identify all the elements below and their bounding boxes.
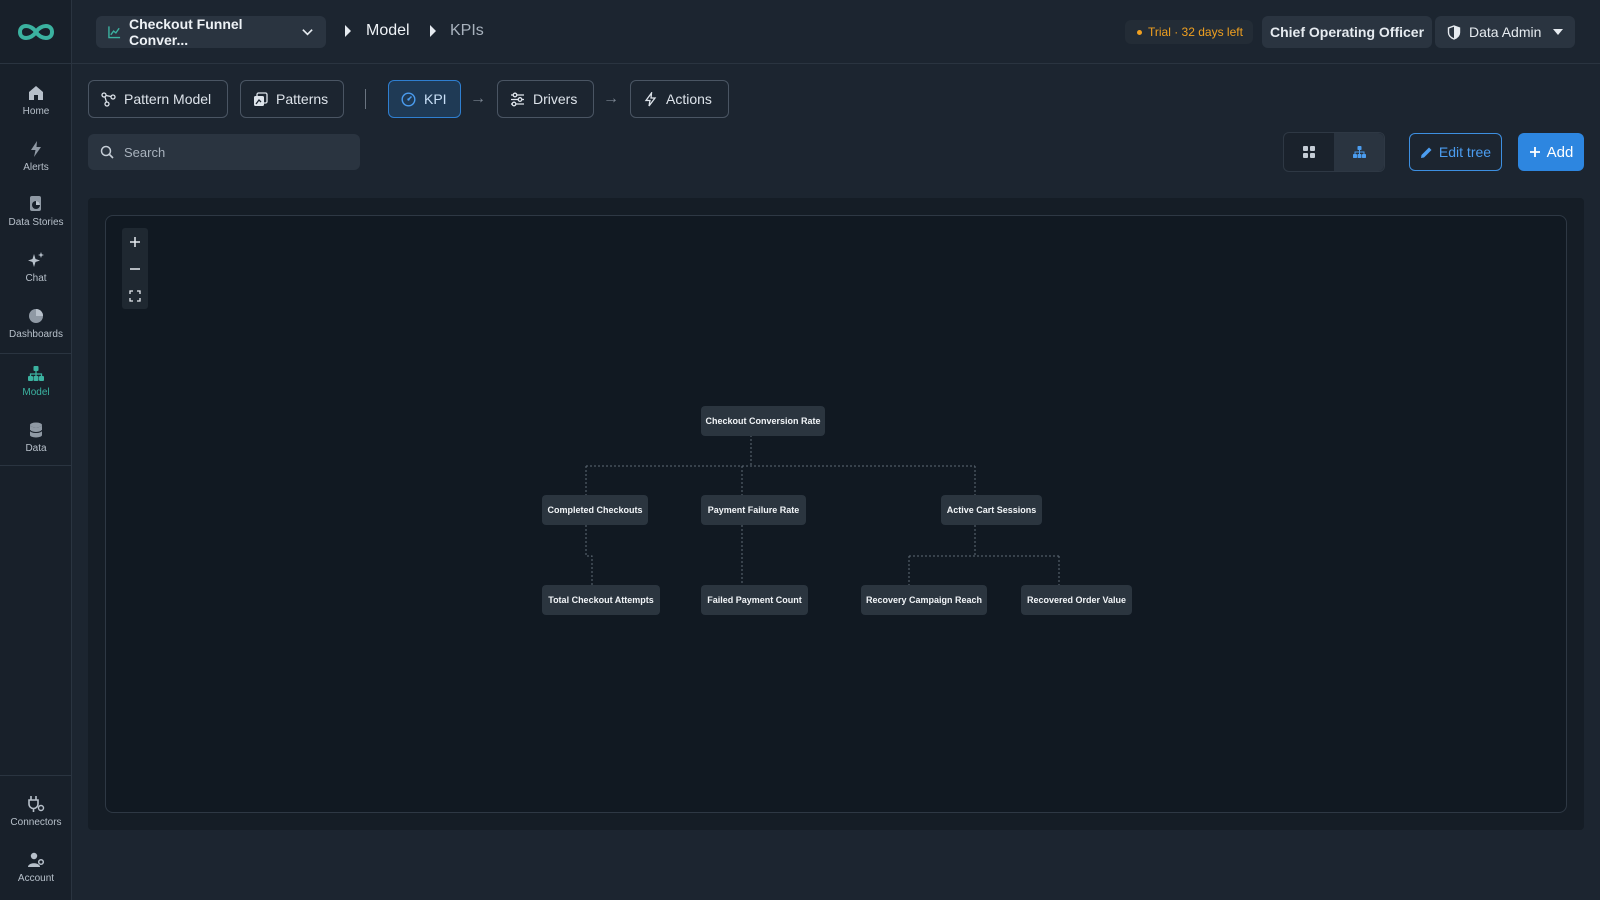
tab-divider [365, 89, 366, 109]
sliders-icon [511, 92, 524, 106]
sidebar-item-alerts[interactable]: Alerts [0, 140, 72, 173]
tree-view-button[interactable] [1334, 133, 1384, 171]
tree-connectors [585, 406, 1060, 585]
data-stories-icon [30, 196, 41, 211]
sidebar-item-label: Data Stories [8, 217, 64, 228]
sidebar-item-data[interactable]: Data [0, 421, 72, 454]
bolt-icon [644, 91, 657, 106]
zoom-in-button[interactable] [122, 228, 148, 255]
sidebar-item-label: Dashboards [9, 329, 63, 340]
role-badge[interactable]: Chief Operating Officer [1262, 16, 1433, 48]
sidebar-item-connectors[interactable]: Connectors [0, 795, 72, 828]
database-icon [29, 422, 43, 438]
kpi-node-root[interactable]: Checkout Conversion Rate [701, 406, 825, 436]
breadcrumb-separator-icon [345, 25, 351, 37]
sidebar-item-chat[interactable]: Chat [0, 251, 72, 284]
kpi-node[interactable]: Payment Failure Rate [701, 495, 806, 525]
kpi-node[interactable]: Active Cart Sessions [941, 495, 1042, 525]
patterns-icon [254, 91, 268, 106]
line-chart-icon [108, 26, 121, 39]
bolt-icon [31, 141, 41, 157]
search-box[interactable] [88, 134, 360, 170]
add-label: Add [1546, 143, 1574, 161]
status-dot [1137, 29, 1142, 35]
user-menu[interactable]: Data Admin [1435, 16, 1575, 48]
add-button[interactable]: Add [1518, 133, 1584, 171]
pencil-icon [1420, 147, 1432, 158]
kpi-node[interactable]: Total Checkout Attempts [542, 585, 660, 615]
sidebar-item-label: Alerts [23, 162, 49, 173]
arrow-right-icon: → [603, 90, 619, 107]
grid-icon [1303, 146, 1315, 158]
fullscreen-icon [129, 289, 141, 302]
sidebar-item-label: Chat [25, 273, 47, 284]
breadcrumb-kpis: KPIs [450, 22, 484, 39]
sidebar-item-home[interactable]: Home [0, 84, 72, 117]
edit-tree-button[interactable]: Edit tree [1409, 133, 1502, 171]
tab-drivers[interactable]: Drivers [497, 80, 594, 118]
kpi-node[interactable]: Recovered Order Value [1021, 585, 1132, 615]
tab-label: Drivers [533, 91, 578, 107]
hierarchy-icon [28, 366, 44, 381]
plus-icon [130, 236, 140, 247]
hierarchy-icon [1352, 146, 1366, 158]
tree-canvas-container: Checkout Conversion Rate Completed Check… [88, 198, 1584, 830]
arrow-right-icon: → [470, 90, 486, 107]
tab-label: Pattern Model [124, 91, 212, 107]
pattern-model-icon [101, 91, 116, 107]
fit-view-button[interactable] [122, 282, 148, 309]
sidebar-item-label: Model [22, 387, 50, 398]
tab-label: Actions [666, 91, 712, 107]
kpi-node[interactable]: Completed Checkouts [542, 495, 648, 525]
caret-down-icon [1553, 29, 1563, 35]
tab-actions[interactable]: Actions [630, 80, 729, 118]
zoom-controls [122, 228, 148, 309]
shield-icon [1447, 24, 1461, 40]
sidebar-item-dashboards[interactable]: Dashboards [0, 307, 72, 340]
user-name: Data Admin [1469, 24, 1542, 40]
logo-icon [17, 23, 55, 40]
sidebar-item-label: Home [22, 106, 50, 117]
sidebar-item-label: Connectors [10, 817, 62, 828]
home-icon [29, 86, 43, 100]
minus-icon [130, 267, 140, 270]
gauge-icon [401, 91, 416, 107]
search-icon [100, 145, 114, 159]
sidebar: Home Alerts Data Stories Chat Dashboards… [0, 0, 72, 900]
zoom-out-button[interactable] [122, 255, 148, 282]
app-logo[interactable] [0, 0, 72, 64]
view-toggle [1283, 132, 1385, 172]
role-label: Chief Operating Officer [1270, 24, 1425, 40]
trial-badge[interactable]: Trial · 32 days left [1125, 20, 1253, 44]
plus-icon [1529, 147, 1540, 157]
breadcrumb-model[interactable]: Model [366, 22, 410, 40]
tab-pattern-model[interactable]: Pattern Model [88, 80, 228, 118]
sidebar-item-account[interactable]: Account [0, 851, 72, 884]
top-bar: Checkout Funnel Conver... Model KPIs Tri… [72, 0, 1600, 64]
user-gear-icon [28, 852, 45, 867]
kpi-node[interactable]: Recovery Campaign Reach [861, 585, 987, 615]
tab-label: Patterns [276, 91, 329, 107]
model-selector[interactable]: Checkout Funnel Conver... [96, 16, 326, 48]
model-name: Checkout Funnel Conver... [129, 16, 243, 48]
search-input[interactable] [124, 144, 344, 160]
trial-text: Trial · 32 days left [1148, 25, 1243, 39]
sparkle-icon [28, 252, 44, 267]
tab-patterns[interactable]: Patterns [240, 80, 344, 118]
tab-label: KPI [424, 91, 447, 107]
plug-icon [28, 796, 45, 812]
tab-kpi[interactable]: KPI [388, 80, 461, 118]
sidebar-item-data-stories[interactable]: Data Stories [0, 195, 72, 228]
pie-icon [29, 309, 43, 323]
grid-view-button[interactable] [1284, 133, 1334, 171]
breadcrumb-separator-icon [430, 25, 436, 37]
kpi-node[interactable]: Failed Payment Count [701, 585, 808, 615]
edit-tree-label: Edit tree [1438, 144, 1492, 160]
sidebar-item-label: Account [17, 873, 55, 884]
sidebar-item-model[interactable]: Model [0, 365, 72, 398]
sidebar-item-label: Data [25, 443, 47, 454]
tree-canvas[interactable]: Checkout Conversion Rate Completed Check… [105, 215, 1567, 813]
chevron-down-icon [302, 29, 313, 36]
